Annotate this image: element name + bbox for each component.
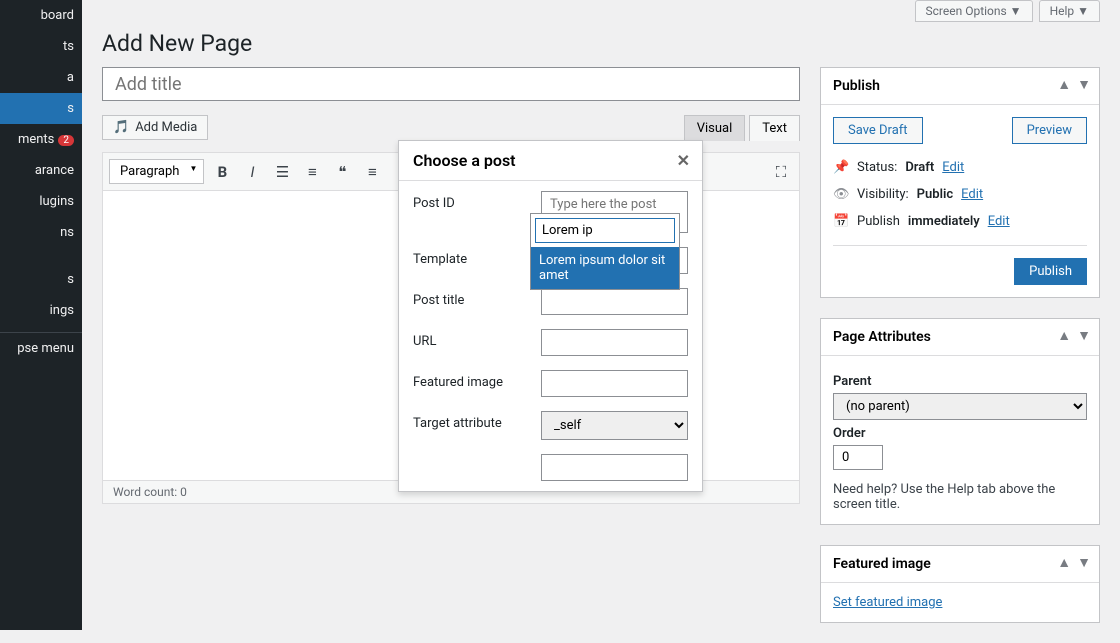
featured-image-label: Featured image xyxy=(413,370,531,390)
url-label: URL xyxy=(413,329,531,349)
post-title-modal-input[interactable] xyxy=(541,288,688,315)
dropdown-search-input[interactable] xyxy=(535,218,675,243)
dropdown-option[interactable]: Lorem ipsum dolor sit amet xyxy=(531,247,679,289)
post-title-label: Post title xyxy=(413,288,531,308)
post-id-label: Post ID xyxy=(413,191,531,211)
extra-input[interactable] xyxy=(541,454,688,481)
target-label: Target attribute xyxy=(413,411,531,431)
target-select[interactable]: _self xyxy=(541,411,688,440)
url-input[interactable] xyxy=(541,329,688,356)
template-label: Template xyxy=(413,247,531,267)
choose-post-modal: Choose a post ✕ Post ID Type here the po… xyxy=(398,140,703,492)
post-id-dropdown: Lorem ipsum dolor sit amet xyxy=(530,213,680,290)
modal-close-button[interactable]: ✕ xyxy=(677,151,690,170)
modal-title: Choose a post xyxy=(413,151,516,170)
featured-image-input[interactable] xyxy=(541,370,688,397)
